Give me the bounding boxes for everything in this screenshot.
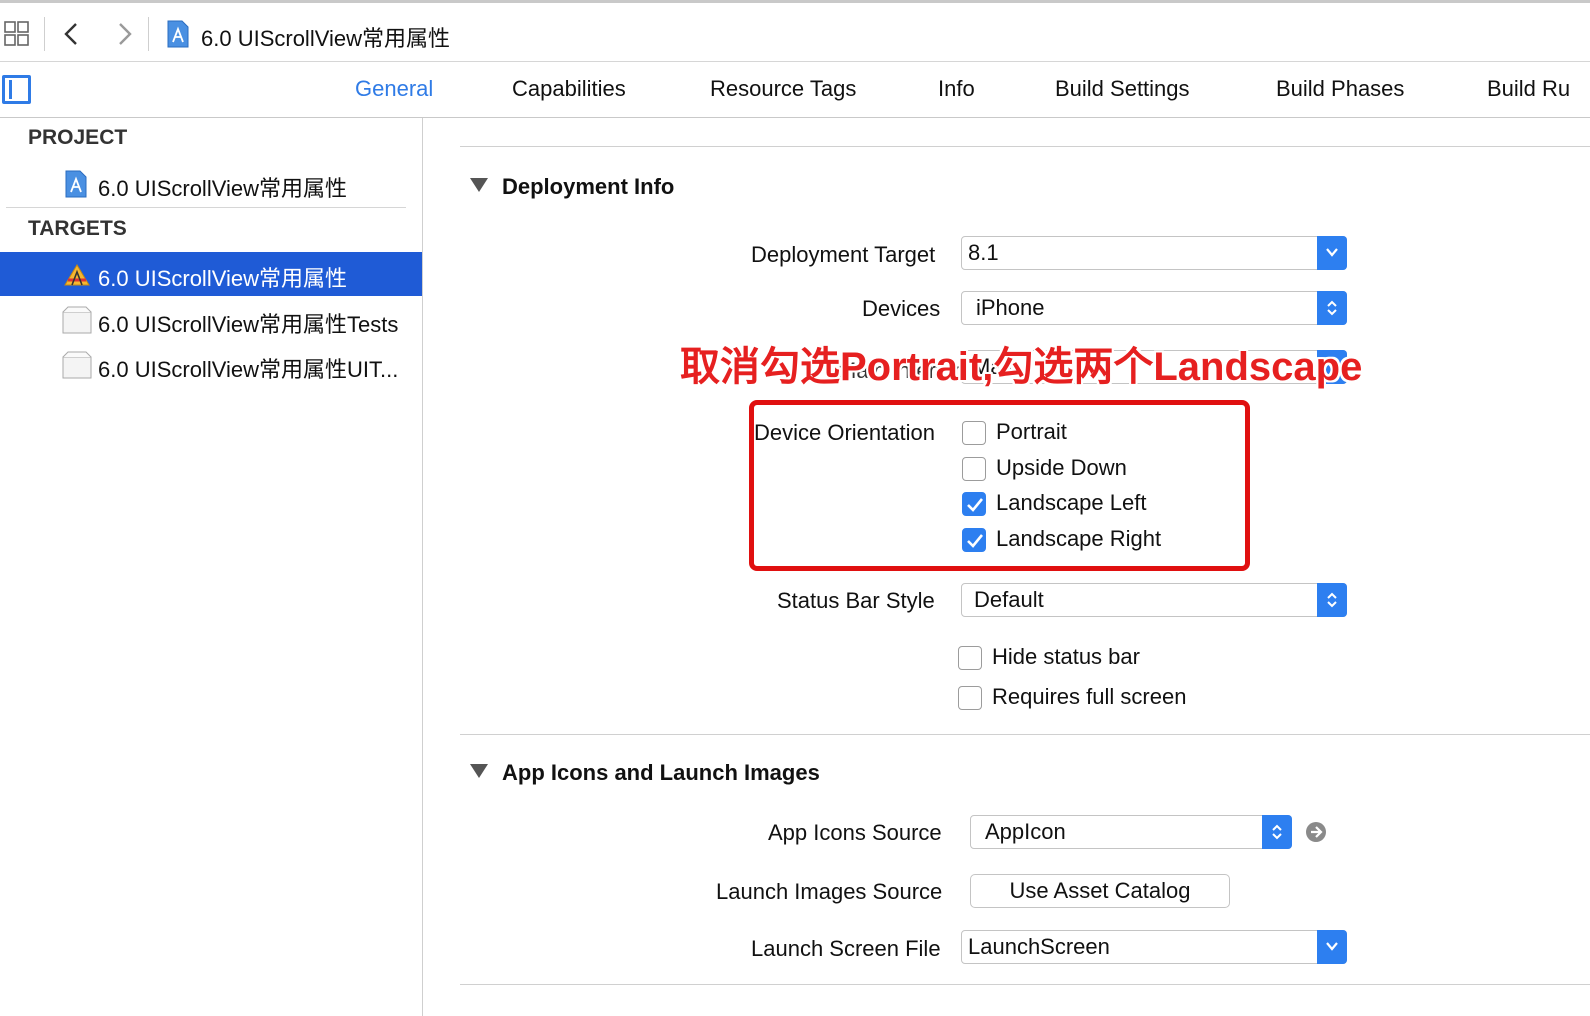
project-heading: PROJECT bbox=[28, 126, 128, 149]
breadcrumb[interactable]: 6.0 UIScrollView常用属性 bbox=[201, 21, 450, 53]
deployment-target-combo[interactable]: 8.1 bbox=[961, 236, 1347, 270]
devices-popup[interactable]: iPhone bbox=[961, 291, 1347, 325]
forward-arrow-icon[interactable] bbox=[110, 17, 138, 51]
app-target-icon bbox=[64, 264, 90, 286]
sidebar-toggle-icon[interactable] bbox=[2, 75, 31, 104]
toolbar-divider bbox=[44, 17, 45, 51]
launch-screen-file-combo[interactable]: LaunchScreen bbox=[961, 930, 1347, 964]
app-icons-source-popup[interactable]: AppIcon bbox=[970, 815, 1292, 849]
project-file-icon bbox=[167, 20, 189, 48]
tab-build-settings[interactable]: Build Settings bbox=[1055, 76, 1190, 102]
status-bar-style-popup[interactable]: Default bbox=[961, 583, 1347, 617]
project-file-icon bbox=[65, 170, 87, 198]
tab-resource-tags[interactable]: Resource Tags bbox=[710, 76, 856, 102]
sidebar-item-target-app[interactable]: 6.0 UIScrollView常用属性 bbox=[0, 252, 422, 296]
editor-tab-bar: General Capabilities Resource Tags Info … bbox=[0, 62, 1590, 118]
sidebar-item-label: 6.0 UIScrollView常用属性UIT... bbox=[98, 357, 399, 382]
sidebar-item-label: 6.0 UIScrollView常用属性 bbox=[98, 266, 347, 291]
tab-build-phases[interactable]: Build Phases bbox=[1276, 76, 1404, 102]
chevron-down-icon[interactable] bbox=[1317, 236, 1347, 270]
project-targets-sidebar: PROJECT 6.0 UIScrollView常用属性 TARGETS 6.0… bbox=[0, 118, 423, 1016]
annotation-text: 取消勾选Portrait,勾选两个Landscape bbox=[680, 345, 1363, 389]
status-bar-style-value: Default bbox=[974, 587, 1044, 612]
updown-chevron-icon[interactable] bbox=[1262, 815, 1292, 849]
app-icons-source-label: App Icons Source bbox=[768, 820, 942, 845]
devices-label: Devices bbox=[862, 296, 941, 321]
launch-screen-file-label: Launch Screen File bbox=[751, 936, 941, 961]
use-asset-catalog-button[interactable]: Use Asset Catalog bbox=[970, 874, 1230, 908]
deployment-target-label: Deployment Target bbox=[751, 242, 936, 267]
sidebar-item-target-tests[interactable]: 6.0 UIScrollView常用属性Tests bbox=[0, 298, 422, 342]
tab-capabilities[interactable]: Capabilities bbox=[512, 76, 626, 102]
sidebar-item-target-uitests[interactable]: 6.0 UIScrollView常用属性UIT... bbox=[0, 343, 422, 387]
checkbox[interactable] bbox=[958, 646, 982, 670]
checkbox-label: Requires full screen bbox=[992, 684, 1187, 709]
app-icons-source-value: AppIcon bbox=[985, 819, 1066, 844]
checkbox[interactable] bbox=[958, 686, 982, 710]
app-icons-header[interactable]: App Icons and Launch Images bbox=[470, 760, 820, 786]
sidebar-item-label: 6.0 UIScrollView常用属性Tests bbox=[98, 312, 399, 337]
tab-build-rules[interactable]: Build Ru bbox=[1487, 76, 1570, 102]
section-divider bbox=[460, 984, 1590, 985]
tab-info[interactable]: Info bbox=[938, 76, 975, 102]
launch-images-source-label: Launch Images Source bbox=[716, 879, 943, 904]
sidebar-divider bbox=[6, 207, 406, 208]
sidebar-item-project[interactable]: 6.0 UIScrollView常用属性 bbox=[0, 162, 422, 206]
checkbox-label: Hide status bar bbox=[992, 644, 1140, 669]
tab-general[interactable]: General bbox=[355, 76, 433, 102]
sidebar-item-label: 6.0 UIScrollView常用属性 bbox=[98, 176, 347, 201]
section-divider bbox=[460, 146, 1590, 147]
section-divider bbox=[460, 734, 1590, 735]
test-bundle-icon bbox=[62, 306, 92, 334]
test-bundle-icon bbox=[62, 351, 92, 379]
disclosure-triangle-icon[interactable] bbox=[470, 764, 488, 778]
status-bar-style-label: Status Bar Style bbox=[777, 588, 935, 613]
back-arrow-icon[interactable] bbox=[58, 17, 86, 51]
related-items-icon[interactable] bbox=[4, 21, 30, 47]
updown-chevron-icon[interactable] bbox=[1317, 583, 1347, 617]
deployment-target-value[interactable]: 8.1 bbox=[968, 240, 999, 265]
targets-heading: TARGETS bbox=[28, 217, 127, 240]
annotation-highlight-box bbox=[749, 400, 1250, 571]
chevron-down-icon[interactable] bbox=[1317, 930, 1347, 964]
disclosure-triangle-icon[interactable] bbox=[470, 178, 488, 192]
deployment-info-header[interactable]: Deployment Info bbox=[470, 174, 674, 200]
devices-value: iPhone bbox=[976, 295, 1045, 320]
updown-chevron-icon[interactable] bbox=[1317, 291, 1347, 325]
launch-screen-file-value[interactable]: LaunchScreen bbox=[968, 934, 1110, 959]
toolbar-divider bbox=[148, 17, 149, 51]
jump-bar: 6.0 UIScrollView常用属性 bbox=[0, 0, 1590, 62]
go-arrow-icon[interactable] bbox=[1305, 821, 1327, 843]
